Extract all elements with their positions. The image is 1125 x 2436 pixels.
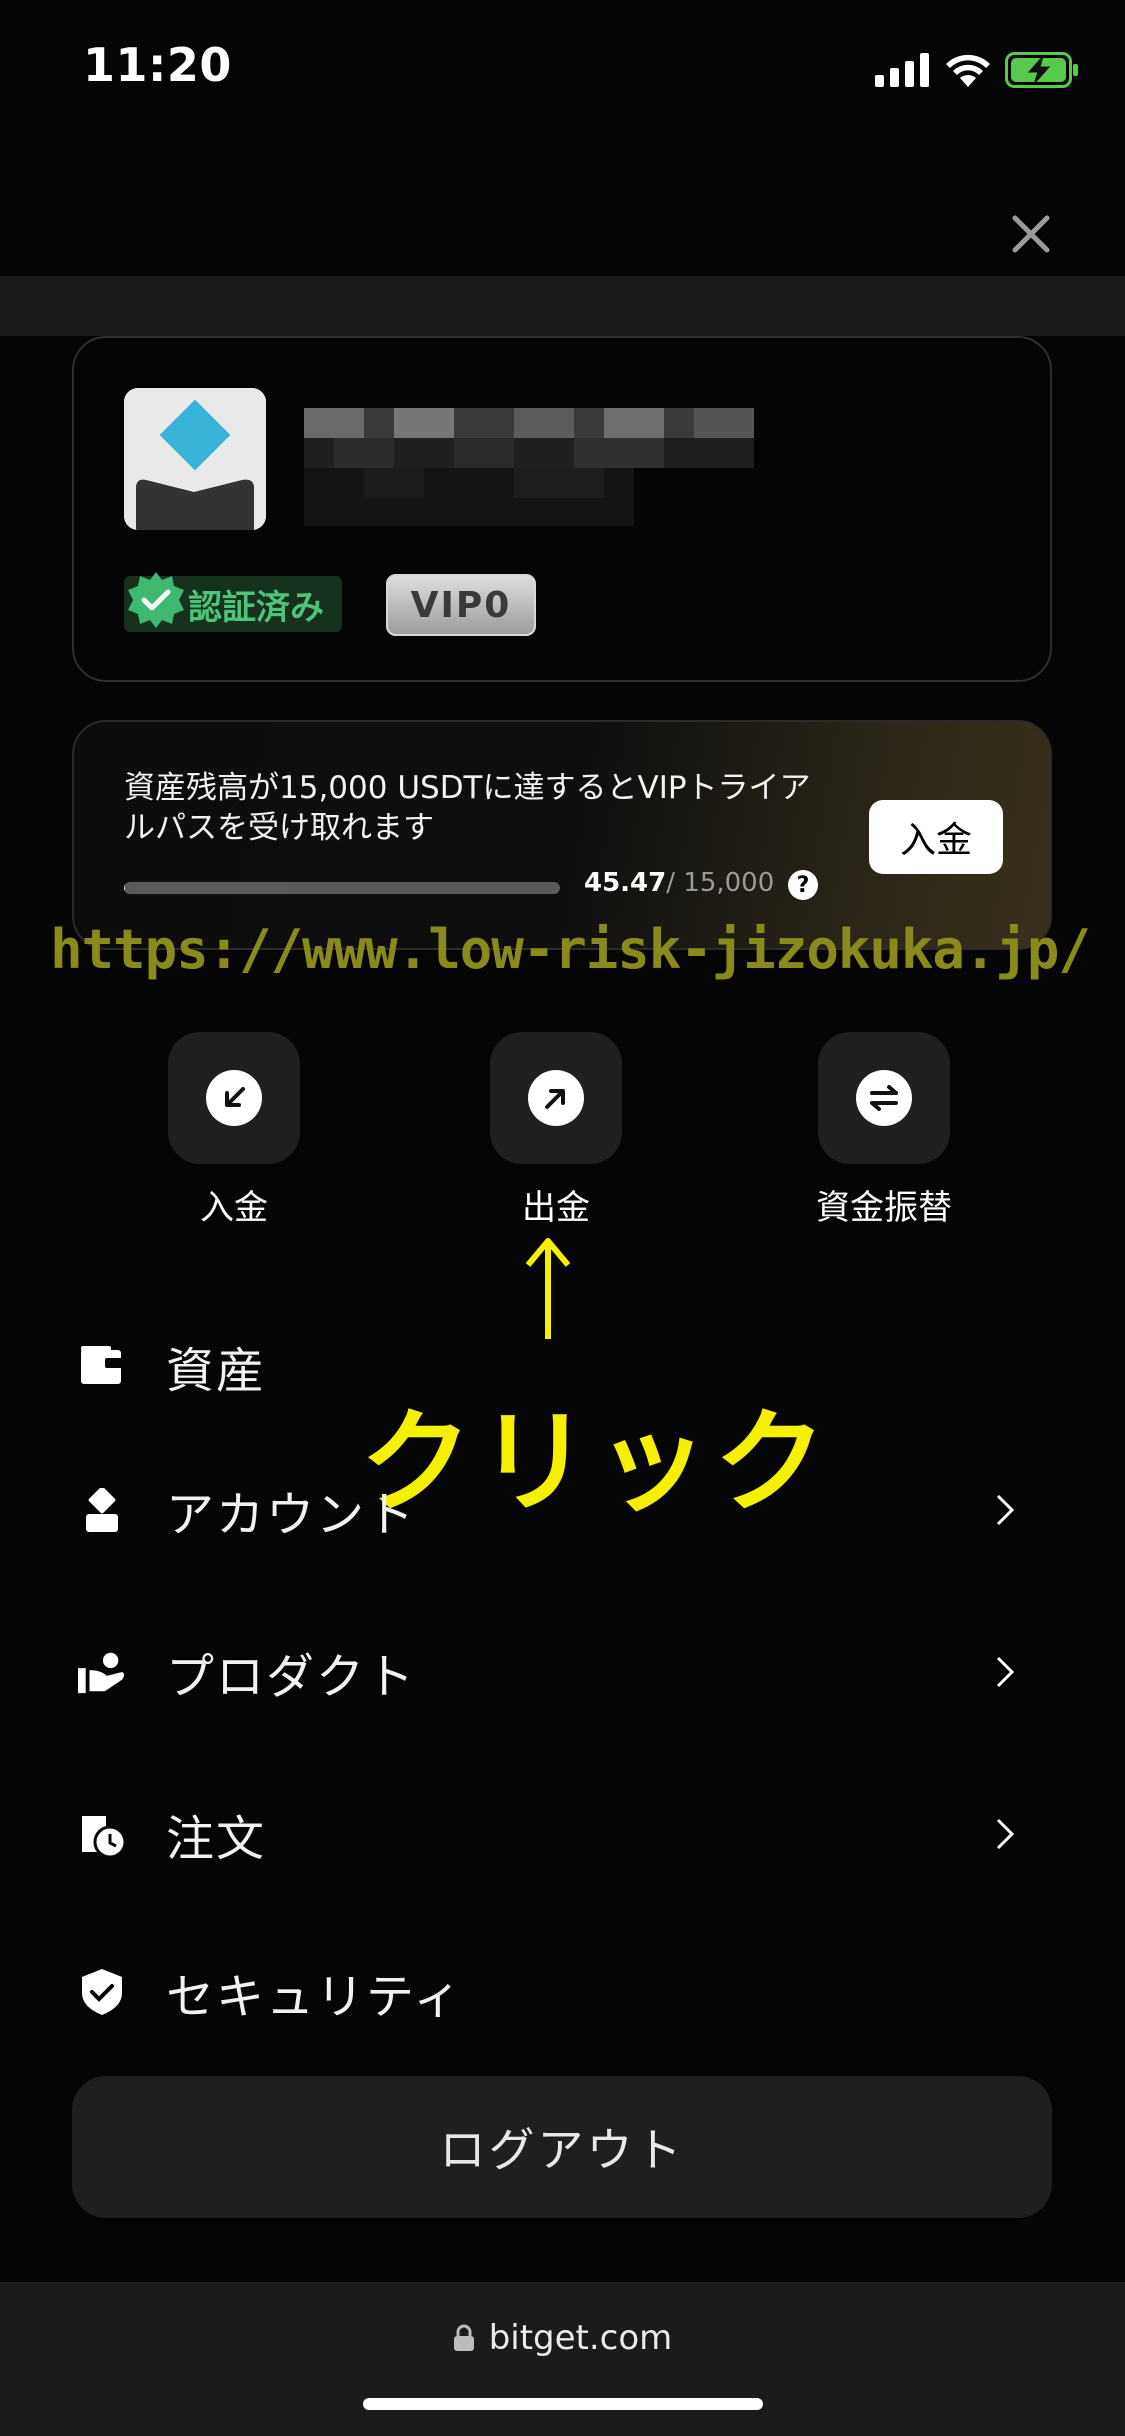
deposit-label: 入金 [200, 1188, 268, 1228]
menu-item-account[interactable]: アカウント [78, 1470, 1048, 1550]
signal-icon [875, 53, 929, 87]
status-icons [875, 50, 1079, 90]
vip-trial-message: 資産残高が15,000 USDTに達するとVIPトライアルパスを受け取れます [124, 770, 811, 846]
battery-charging-icon [1005, 52, 1078, 88]
menu-label-product: プロダクト [166, 1649, 417, 1705]
header-divider [0, 276, 1125, 336]
watermark-url: https://www.low-risk-jizokuka.jp/ [50, 918, 1091, 981]
withdraw-label: 出金 [522, 1188, 590, 1228]
vip-level-badge[interactable]: VIP0 [386, 574, 536, 636]
menu-item-orders[interactable]: 注文 [78, 1794, 1048, 1874]
order-icon [78, 1810, 126, 1858]
chevron-right-icon [996, 1494, 1015, 1526]
transfer-label: 資金振替 [816, 1188, 952, 1228]
wallet-icon [78, 1342, 126, 1390]
quick-action-transfer[interactable]: 資金振替 [784, 1032, 984, 1229]
deposit-button[interactable] [168, 1032, 300, 1164]
vip-progress-text: 45.47/ 15,000 [584, 868, 774, 898]
browser-url-bar[interactable]: bitget.com [0, 2318, 1125, 2358]
menu-item-security[interactable]: セキュリティ [78, 1952, 1048, 2032]
progress-target: / 15,000 [666, 868, 775, 898]
chevron-right-icon [996, 1656, 1015, 1688]
status-time: 11:20 [83, 38, 232, 92]
quick-action-deposit[interactable]: 入金 [134, 1032, 334, 1229]
product-icon [78, 1648, 126, 1696]
avatar[interactable] [124, 388, 266, 530]
account-icon [78, 1486, 126, 1534]
menu-item-product[interactable]: プロダクト [78, 1632, 1048, 1712]
quick-action-withdraw[interactable]: 出金 [456, 1032, 656, 1229]
shield-icon [78, 1968, 126, 2016]
home-indicator[interactable] [363, 2398, 763, 2410]
menu-item-assets[interactable]: 資産 [78, 1326, 1048, 1406]
menu-label-orders: 注文 [166, 1811, 267, 1867]
transfer-button[interactable] [818, 1032, 950, 1164]
logout-button[interactable]: ログアウト [72, 2076, 1052, 2218]
close-icon[interactable] [1003, 206, 1059, 262]
menu-label-assets: 資産 [166, 1343, 267, 1399]
withdraw-button[interactable] [490, 1032, 622, 1164]
menu-label-security: セキュリティ [166, 1969, 464, 2025]
help-icon[interactable]: ? [788, 870, 818, 900]
promo-deposit-button[interactable]: 入金 [869, 800, 1003, 874]
chevron-right-icon [996, 1818, 1015, 1850]
progress-current: 45.47 [584, 868, 667, 898]
withdraw-arrow-icon [545, 1089, 565, 1109]
browser-bottom-bar [0, 2282, 1125, 2436]
verified-check-icon [128, 572, 184, 628]
browser-url: bitget.com [488, 2318, 673, 2358]
lock-icon [453, 2324, 474, 2351]
deposit-arrow-icon [225, 1087, 245, 1107]
username-redacted [304, 408, 754, 526]
wifi-icon [946, 54, 990, 87]
transfer-icon [870, 1085, 898, 1111]
avatar-image [124, 388, 266, 530]
menu-label-account: アカウント [166, 1487, 417, 1543]
vip-progress-bar [124, 882, 560, 894]
